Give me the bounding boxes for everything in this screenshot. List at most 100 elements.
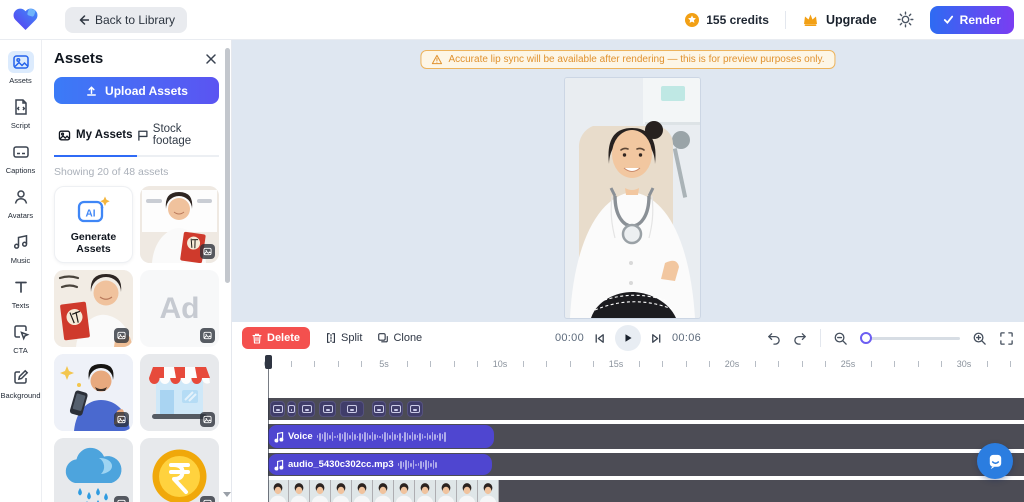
credits-badge[interactable]: 155 credits	[684, 12, 769, 28]
ruler-tick	[940, 361, 942, 367]
nav-item-avatars[interactable]: Avatars	[0, 181, 42, 226]
split-button[interactable]: Split	[325, 332, 362, 344]
voice-audio-clip[interactable]: Voice	[268, 425, 494, 448]
render-button[interactable]: Render	[929, 5, 1014, 34]
asset-tile-man-with-phone[interactable]	[54, 354, 133, 431]
nav-item-background[interactable]: Background	[0, 361, 42, 406]
nav-item-assets[interactable]: Assets	[0, 46, 42, 91]
clone-button[interactable]: Clone	[377, 332, 422, 344]
support-chat-button[interactable]	[977, 443, 1013, 479]
voice-track[interactable]: Voice	[268, 424, 1024, 449]
ai-generate-icon: AI	[77, 196, 110, 222]
avatar-frame[interactable]	[415, 480, 436, 502]
panel-scrollbar[interactable]	[225, 48, 230, 486]
scrollbar-thumb[interactable]	[225, 48, 230, 283]
ruler-label: 10s	[492, 359, 508, 369]
zoom-out-button[interactable]	[833, 331, 848, 346]
timeline-ruler[interactable]: 0 5s10s15s20s25s30s	[264, 356, 1024, 374]
avatar-track[interactable]	[268, 480, 1024, 502]
avatar-frame[interactable]	[352, 480, 373, 502]
app-logo-icon	[13, 8, 38, 31]
avatar-frame[interactable]	[373, 480, 394, 502]
caption-clip[interactable]	[407, 401, 423, 417]
ruler-tick	[917, 361, 919, 367]
ruler-tick	[546, 361, 548, 367]
skip-to-end-button[interactable]	[650, 332, 663, 345]
assets-panel-title: Assets	[54, 50, 104, 67]
render-label: Render	[959, 12, 1001, 27]
caption-clip[interactable]	[270, 401, 285, 417]
music-track[interactable]: audio_5430c302cc.mp3	[268, 453, 1024, 476]
ruler-tick	[430, 361, 432, 367]
avatar-video-preview[interactable]	[565, 78, 700, 318]
skip-to-start-button[interactable]	[593, 332, 606, 345]
tab-my-assets[interactable]: My Assets	[54, 117, 137, 157]
upgrade-button[interactable]: Upgrade	[802, 12, 877, 27]
theme-toggle-button[interactable]	[897, 11, 914, 28]
scroll-down-arrow-icon[interactable]	[223, 492, 231, 498]
generate-assets-tile[interactable]: AI Generate Assets	[54, 186, 133, 263]
music-waveform	[397, 454, 484, 475]
caption-clip-icon	[272, 405, 283, 413]
redo-button[interactable]	[793, 331, 808, 345]
asset-tile-photo-woman-abracadabra[interactable]	[54, 270, 133, 347]
fit-timeline-button[interactable]	[999, 331, 1014, 346]
nav-item-music[interactable]: Music	[0, 226, 42, 271]
asset-tile-rain-cloud[interactable]	[54, 438, 133, 502]
preview-canvas[interactable]: Accurate lip sync will be available afte…	[232, 40, 1024, 322]
nav-label: Script	[10, 121, 31, 130]
avatar-frame[interactable]	[289, 480, 310, 502]
zoom-in-button[interactable]	[972, 331, 987, 346]
avatar-frame[interactable]	[478, 480, 499, 502]
tab-label: My Assets	[76, 129, 133, 141]
caption-clip[interactable]	[319, 401, 336, 417]
upload-assets-button[interactable]: Upload Assets	[54, 77, 219, 104]
ruler-tick	[523, 361, 525, 367]
avatar-frame[interactable]	[394, 480, 415, 502]
close-panel-button[interactable]	[203, 51, 219, 67]
timeline-zoom-slider[interactable]	[860, 332, 960, 344]
skip-end-icon	[652, 333, 661, 343]
avatars-person-icon	[14, 190, 27, 204]
nav-item-texts[interactable]: Texts	[0, 271, 42, 316]
avatar-frame[interactable]	[331, 480, 352, 502]
caption-clip[interactable]	[389, 401, 403, 417]
delete-button[interactable]: Delete	[242, 327, 311, 349]
avatar-frame[interactable]	[436, 480, 457, 502]
split-label: Split	[341, 332, 363, 344]
cta-cursor-icon	[13, 325, 29, 341]
nav-item-captions[interactable]: Captions	[0, 136, 42, 181]
nav-item-cta[interactable]: CTA	[0, 316, 42, 361]
asset-tile-storefront[interactable]	[140, 354, 219, 431]
play-button[interactable]	[615, 325, 641, 351]
nav-label: Texts	[11, 301, 30, 310]
avatar-frame[interactable]	[310, 480, 331, 502]
voice-clip-label: Voice	[288, 431, 313, 442]
caption-clip[interactable]	[372, 401, 386, 417]
ruler-tick	[824, 361, 826, 367]
redo-icon	[794, 333, 806, 345]
top-bar: Back to Library 155 credits Upgrade Rend…	[0, 0, 1024, 40]
asset-tile-ad[interactable]: Ad	[140, 270, 219, 347]
nav-item-script[interactable]: Script	[0, 91, 42, 136]
image-badge-icon	[117, 415, 126, 424]
caption-clip[interactable]	[298, 401, 315, 417]
caption-clip-icon	[288, 405, 295, 413]
rupee-coin-illustration	[140, 438, 219, 502]
tab-stock-footage[interactable]: Stock footage	[137, 117, 220, 155]
caption-clip[interactable]	[340, 401, 364, 417]
audio-note-icon	[274, 431, 284, 443]
undo-button[interactable]	[766, 331, 781, 345]
music-audio-clip[interactable]: audio_5430c302cc.mp3	[268, 454, 492, 475]
avatar-frame[interactable]	[457, 480, 478, 502]
zoom-in-icon	[973, 332, 986, 345]
back-to-library-button[interactable]: Back to Library	[65, 6, 188, 33]
asset-tile-rupee-coin[interactable]	[140, 438, 219, 502]
captions-track[interactable]	[268, 398, 1024, 420]
avatar-frame[interactable]	[268, 480, 289, 502]
playhead-handle[interactable]	[265, 355, 272, 369]
caption-clip-icon	[374, 405, 384, 413]
zoom-slider-handle[interactable]	[860, 332, 872, 344]
caption-clip[interactable]	[287, 401, 296, 417]
asset-tile-photo-woman-book[interactable]	[140, 186, 219, 263]
